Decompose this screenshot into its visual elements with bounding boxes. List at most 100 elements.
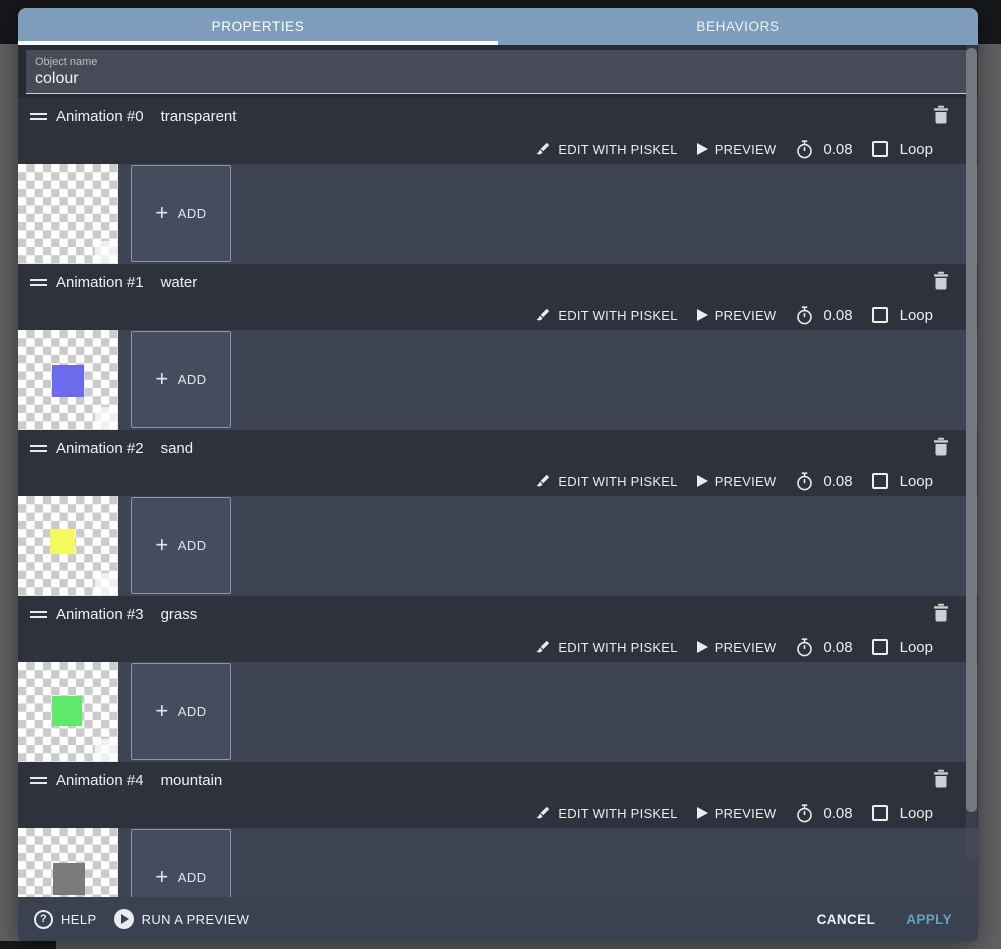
frame-thumbnail[interactable]: [18, 496, 118, 596]
animation-title-row: Animation #3 grass: [18, 596, 978, 632]
loop-control[interactable]: Loop: [871, 804, 933, 822]
trash-icon: [934, 769, 948, 788]
help-icon: [34, 909, 53, 929]
frame-duration-value[interactable]: 0.08: [823, 639, 852, 656]
frame-sprite-square: [50, 529, 75, 554]
frame-duration-value[interactable]: 0.08: [823, 805, 852, 822]
thumbnail-corner-badge: [95, 407, 117, 429]
loop-control[interactable]: Loop: [871, 472, 933, 490]
loop-checkbox[interactable]: [871, 307, 888, 323]
frame-duration-value[interactable]: 0.08: [823, 473, 852, 490]
thumbnail-corner-badge: [95, 241, 117, 263]
dialog-content: Object name colour Animation #0 transpar…: [18, 45, 978, 897]
loop-control[interactable]: Loop: [871, 141, 933, 158]
animation-name-value[interactable]: water: [161, 274, 198, 291]
stopwatch-icon: [797, 803, 813, 822]
preview-button[interactable]: PREVIEW: [696, 640, 777, 655]
loop-control[interactable]: Loop: [871, 639, 933, 656]
animation-title: Animation #4: [56, 771, 144, 789]
frame-duration-control[interactable]: 0.08: [795, 471, 853, 491]
add-frame-button[interactable]: + ADD: [131, 497, 231, 594]
edit-with-piskel-button[interactable]: EDIT WITH PISKEL: [535, 141, 677, 157]
drag-handle-icon[interactable]: [30, 278, 47, 286]
edit-with-piskel-button[interactable]: EDIT WITH PISKEL: [535, 473, 677, 489]
edit-with-piskel-button[interactable]: EDIT WITH PISKEL: [535, 639, 677, 655]
thumbnail-corner-badge: [95, 573, 117, 595]
frame-thumbnail[interactable]: [18, 662, 118, 762]
loop-checkbox[interactable]: [871, 473, 888, 489]
edit-with-piskel-button[interactable]: EDIT WITH PISKEL: [535, 307, 677, 323]
loop-checkbox[interactable]: [871, 805, 888, 821]
delete-animation-button[interactable]: [933, 105, 949, 124]
frame-duration-control[interactable]: 0.08: [795, 803, 853, 823]
edit-with-piskel-label: EDIT WITH PISKEL: [558, 639, 678, 655]
drag-handle-icon[interactable]: [30, 776, 47, 784]
stopwatch-icon: [797, 637, 813, 656]
animation-name-value[interactable]: sand: [161, 440, 194, 457]
animation-controls-row: EDIT WITH PISKEL PREVIEW 0.08 Loop: [18, 798, 978, 828]
loop-checkbox[interactable]: [871, 141, 888, 157]
delete-animation-button[interactable]: [933, 769, 949, 788]
preview-button[interactable]: PREVIEW: [696, 141, 777, 157]
add-frame-button[interactable]: + ADD: [131, 829, 231, 897]
loop-label: Loop: [899, 472, 933, 490]
tab-behaviors[interactable]: BEHAVIORS: [498, 8, 978, 45]
frame-duration-control[interactable]: 0.08: [795, 305, 853, 325]
delete-animation-button[interactable]: [933, 271, 949, 290]
tab-properties-label: PROPERTIES: [211, 19, 305, 34]
frames-row: + ADD: [18, 164, 978, 264]
frame-duration-value[interactable]: 0.08: [823, 307, 852, 324]
add-frame-button[interactable]: + ADD: [131, 663, 231, 760]
drag-handle-icon[interactable]: [30, 112, 47, 120]
drag-handle-icon[interactable]: [30, 610, 47, 618]
frame-thumbnail[interactable]: [18, 330, 118, 430]
loop-checkbox[interactable]: [871, 639, 888, 655]
frames-row: + ADD: [18, 496, 978, 596]
object-name-field[interactable]: Object name colour: [26, 50, 970, 94]
animation-title-row: Animation #2 sand: [18, 430, 978, 466]
add-frame-label: ADD: [177, 372, 207, 387]
animations-list: Animation #0 transparent EDIT WITH PISKE…: [18, 98, 978, 897]
object-name-label: Object name: [35, 56, 98, 68]
add-frame-label: ADD: [177, 206, 207, 221]
delete-animation-button[interactable]: [933, 437, 949, 456]
brush-icon: [537, 309, 550, 321]
preview-button[interactable]: PREVIEW: [696, 474, 777, 489]
tab-properties[interactable]: PROPERTIES: [18, 8, 498, 45]
loop-label: Loop: [899, 804, 933, 822]
add-frame-button[interactable]: + ADD: [131, 165, 231, 262]
add-frame-button[interactable]: + ADD: [131, 331, 231, 428]
help-label: HELP: [61, 911, 97, 927]
frame-thumbnail[interactable]: [18, 828, 118, 897]
run-preview-button[interactable]: RUN A PREVIEW: [113, 909, 250, 929]
add-frame-label: ADD: [177, 538, 207, 553]
frame-duration-value[interactable]: 0.08: [823, 141, 852, 158]
scrollbar-thumb[interactable]: [966, 48, 977, 812]
animation-name-value[interactable]: mountain: [161, 772, 223, 789]
animation-name-value[interactable]: transparent: [161, 108, 237, 125]
edit-with-piskel-button[interactable]: EDIT WITH PISKEL: [535, 805, 677, 821]
preview-button[interactable]: PREVIEW: [696, 308, 777, 323]
animation-controls-row: EDIT WITH PISKEL PREVIEW 0.08 Loop: [18, 300, 978, 330]
preview-button[interactable]: PREVIEW: [696, 806, 777, 821]
brush-icon: [537, 641, 550, 653]
animation-controls-row: EDIT WITH PISKEL PREVIEW 0.08 Loop: [18, 134, 978, 164]
apply-button[interactable]: APPLY: [906, 912, 952, 927]
frame-duration-control[interactable]: 0.08: [795, 139, 853, 159]
animation-header: Animation #2 sand EDIT WITH PISKEL PREVI…: [18, 430, 978, 496]
animation-name-value[interactable]: grass: [161, 606, 198, 623]
frames-row: + ADD: [18, 662, 978, 762]
preview-label: PREVIEW: [714, 141, 777, 157]
frames-row: + ADD: [18, 828, 978, 897]
help-button[interactable]: HELP: [34, 909, 97, 929]
delete-animation-button[interactable]: [933, 603, 949, 622]
frame-duration-control[interactable]: 0.08: [795, 637, 853, 657]
cancel-button[interactable]: CANCEL: [817, 912, 876, 927]
run-preview-label: RUN A PREVIEW: [141, 911, 250, 927]
trash-icon: [934, 437, 948, 456]
loop-control[interactable]: Loop: [871, 307, 933, 324]
drag-handle-icon[interactable]: [30, 444, 47, 452]
thumbnail-corner-badge: [95, 739, 117, 761]
object-name-value[interactable]: colour: [35, 70, 961, 88]
frame-thumbnail[interactable]: [18, 164, 118, 264]
